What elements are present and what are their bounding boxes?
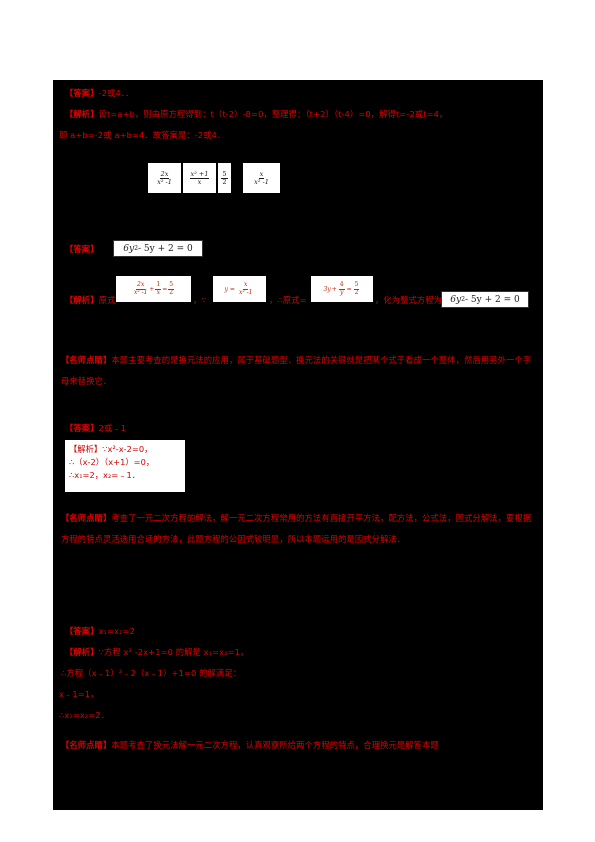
q3-teacher-tip-text: 考查了一元二次方程的解法，解一元二次方程常用的方法有直接开平方法，配方法，公式法… <box>61 513 532 544</box>
answer-label: 【答案】 <box>65 88 99 98</box>
q4-teacher-tip: 【名师点睛】本题考查了换元法解一元二次方程，认真观察所给两个方程的特点，合理换元… <box>61 735 537 756</box>
inline-eq1-plus: + <box>149 285 155 293</box>
fraction-x2-plus-1-over-x: x² +1 x <box>189 170 210 186</box>
q2-analysis-mid-2: ，∴原式= <box>269 295 307 305</box>
fraction-denominator: x <box>197 178 202 186</box>
fraction-2x-over-x2-minus-1: 2x x² -1 <box>156 170 173 186</box>
inline-eq3-equals: = <box>346 285 352 293</box>
inline-equation-1: 2x x² -1 + 1 x = 5 2 <box>132 282 175 296</box>
inline-eq1-equals: = <box>162 285 168 293</box>
q3-solution-line-2: ∴（x-2）（x+1）=0， <box>69 457 155 467</box>
q4-analysis-line-4: ∴x₁=x₂=2． <box>59 710 110 720</box>
q2-teacher-tip-text: 本题主要考查的是换元法的应用，属于基础题型．换元法的关键就是把某个式子看成一个整… <box>61 355 532 386</box>
inline-eq1-frac-2: 1 x <box>155 282 162 296</box>
q4-analysis-line-1: 【解析】∵方程 x² -2x+1=0 的解是 x₁=x₂=1， <box>65 647 248 658</box>
fraction-denominator: 2 <box>354 289 359 296</box>
content-block: 【答案】-2或4．． 【解析】设t=a+b，则由原方程得到：t（t-2）-8=0… <box>53 80 543 810</box>
fraction-x2-plus-1-over-x-image: x² +1 x <box>183 163 216 193</box>
q2-analysis-mid-1: ，∵ <box>193 295 207 305</box>
fraction-x-over-x2-minus-1: x x² -1 <box>253 170 270 186</box>
fraction-denominator: 2 <box>169 289 174 296</box>
inline-equation-3-image: 3y + 4 y = 5 2 <box>311 276 373 302</box>
fraction-denominator: x² -1 <box>254 178 269 186</box>
inline-eq1-frac-3: 5 2 <box>168 282 175 296</box>
inline-eq3-frac-2: 5 2 <box>353 282 360 296</box>
q4-answer-text: x₁=x₂=2 <box>98 626 135 636</box>
answer-label: 【答案】 <box>65 244 99 254</box>
inline-eq3-frac-1: 4 y <box>338 282 345 296</box>
inline-equation-1-image: 2x x² -1 + 1 x = 5 2 <box>116 276 191 302</box>
teacher-tip-label: 【名师点睛】 <box>61 740 112 750</box>
fraction-denominator: y <box>340 289 344 296</box>
q3-teacher-tip: 【名师点睛】考查了一元二次方程的解法，解一元二次方程常用的方法有直接开平方法，配… <box>61 508 537 550</box>
q3-solution-line-3: ∴x₁=2，x₂=﹣1． <box>69 470 141 480</box>
q1-answer-text: -2或4．． <box>98 88 134 98</box>
fraction-5-over-2: 5 2 <box>221 170 228 186</box>
boxed-eq-lhs: 6y <box>123 243 135 254</box>
boxed-eq-lhs: 6y <box>450 294 462 305</box>
q1-analysis-text-1: 设t=a+b，则由原方程得到：t（t-2）-8=0，整理得：（t+2）（t-4）… <box>98 109 448 119</box>
q2-answer-line: 【答案】 <box>65 244 99 255</box>
q2-inline-boxed-equation: 6y 2- 5y + 2 = 0 <box>450 295 519 305</box>
inline-eq3-term-1: 3y <box>323 285 331 293</box>
q4-analysis-line-2: ∴方程（x﹣1）²﹣2（x﹣1）+1=0 的解满足： <box>61 668 242 678</box>
inline-eq2-frac: x x² -1 <box>238 282 254 296</box>
inline-eq3-plus: + <box>331 285 337 293</box>
document-page: 【答案】-2或4．． 【解析】设t=a+b，则由原方程得到：t（t-2）-8=0… <box>0 0 595 842</box>
q1-answer-line: 【答案】-2或4．． <box>65 88 134 99</box>
fraction-x-over-x2-minus-1-image: x x² -1 <box>243 163 280 193</box>
inline-equation-2: y = x x² -1 <box>225 282 255 296</box>
analysis-label: 【解析】 <box>65 109 99 119</box>
q2-inline-boxed-equation-image: 6y 2- 5y + 2 = 0 <box>441 291 529 308</box>
fraction-denominator: x² -1 <box>157 178 172 186</box>
q3-answer-line: 【答案】2或﹣1 <box>65 423 126 434</box>
q4-answer-line: 【答案】x₁=x₂=2 <box>65 626 135 637</box>
fraction-denominator: x² -1 <box>133 289 148 296</box>
boxed-eq-rest: - 5y + 2 = 0 <box>465 294 520 305</box>
teacher-tip-label: 【名师点睛】 <box>61 513 112 523</box>
q4-teacher-tip-text: 本题考查了换元法解一元二次方程，认真观察所给两个方程的特点，合理换元是解答本题 <box>111 740 439 750</box>
q1-analysis-line-1: 【解析】设t=a+b，则由原方程得到：t（t-2）-8=0，整理得：（t+2）（… <box>65 109 447 120</box>
q3-answer-text: 2或﹣1 <box>98 423 127 433</box>
q2-boxed-equation: 6y 2- 5y + 2 = 0 <box>123 244 192 254</box>
analysis-label: 【解析】 <box>65 647 99 657</box>
inline-eq2-equals: = <box>229 285 235 293</box>
q3-solution-line-1: 【解析】∵x²-x-2=0， <box>69 444 153 454</box>
q2-teacher-tip: 【名师点睛】本题主要考查的是换元法的应用，属于基础题型．换元法的关键就是把某个式… <box>61 350 537 392</box>
q4-analysis-text-1: ∵方程 x² -2x+1=0 的解是 x₁=x₂=1， <box>98 647 249 657</box>
inline-equation-2-image: y = x x² -1 <box>213 276 266 302</box>
q2-boxed-equation-image: 6y 2- 5y + 2 = 0 <box>113 240 203 257</box>
analysis-label: 【解析】 <box>65 295 99 305</box>
boxed-eq-rest: - 5y + 2 = 0 <box>138 243 193 254</box>
q4-analysis-line-3: x﹣1=1， <box>59 689 99 699</box>
q1-analysis-line-2: 即 a+b=-2或 a+b=4．故答案是：-2或4． <box>59 130 226 140</box>
fraction-denominator: x <box>156 289 161 296</box>
teacher-tip-label: 【名师点睛】 <box>61 355 112 365</box>
fraction-2x-over-x2-minus-1-image: 2x x² -1 <box>148 163 181 193</box>
inline-eq2-lhs: y <box>224 285 228 293</box>
fraction-denominator: 2 <box>222 178 227 186</box>
q2-analysis-mid-3: ，化为整式方程为 <box>375 295 443 305</box>
inline-eq1-frac-1: 2x x² -1 <box>133 282 149 296</box>
fraction-5-over-2-image: 5 2 <box>218 163 231 193</box>
fraction-denominator: x² -1 <box>238 289 253 296</box>
answer-label: 【答案】 <box>65 423 99 433</box>
q3-solution-card-image: 【解析】∵x²-x-2=0， ∴（x-2）（x+1）=0， ∴x₁=2，x₂=﹣… <box>65 440 185 492</box>
q2-analysis-label: 【解析】原式= <box>65 295 122 306</box>
inline-equation-3: 3y + 4 y = 5 2 <box>324 282 361 296</box>
answer-label: 【答案】 <box>65 626 99 636</box>
